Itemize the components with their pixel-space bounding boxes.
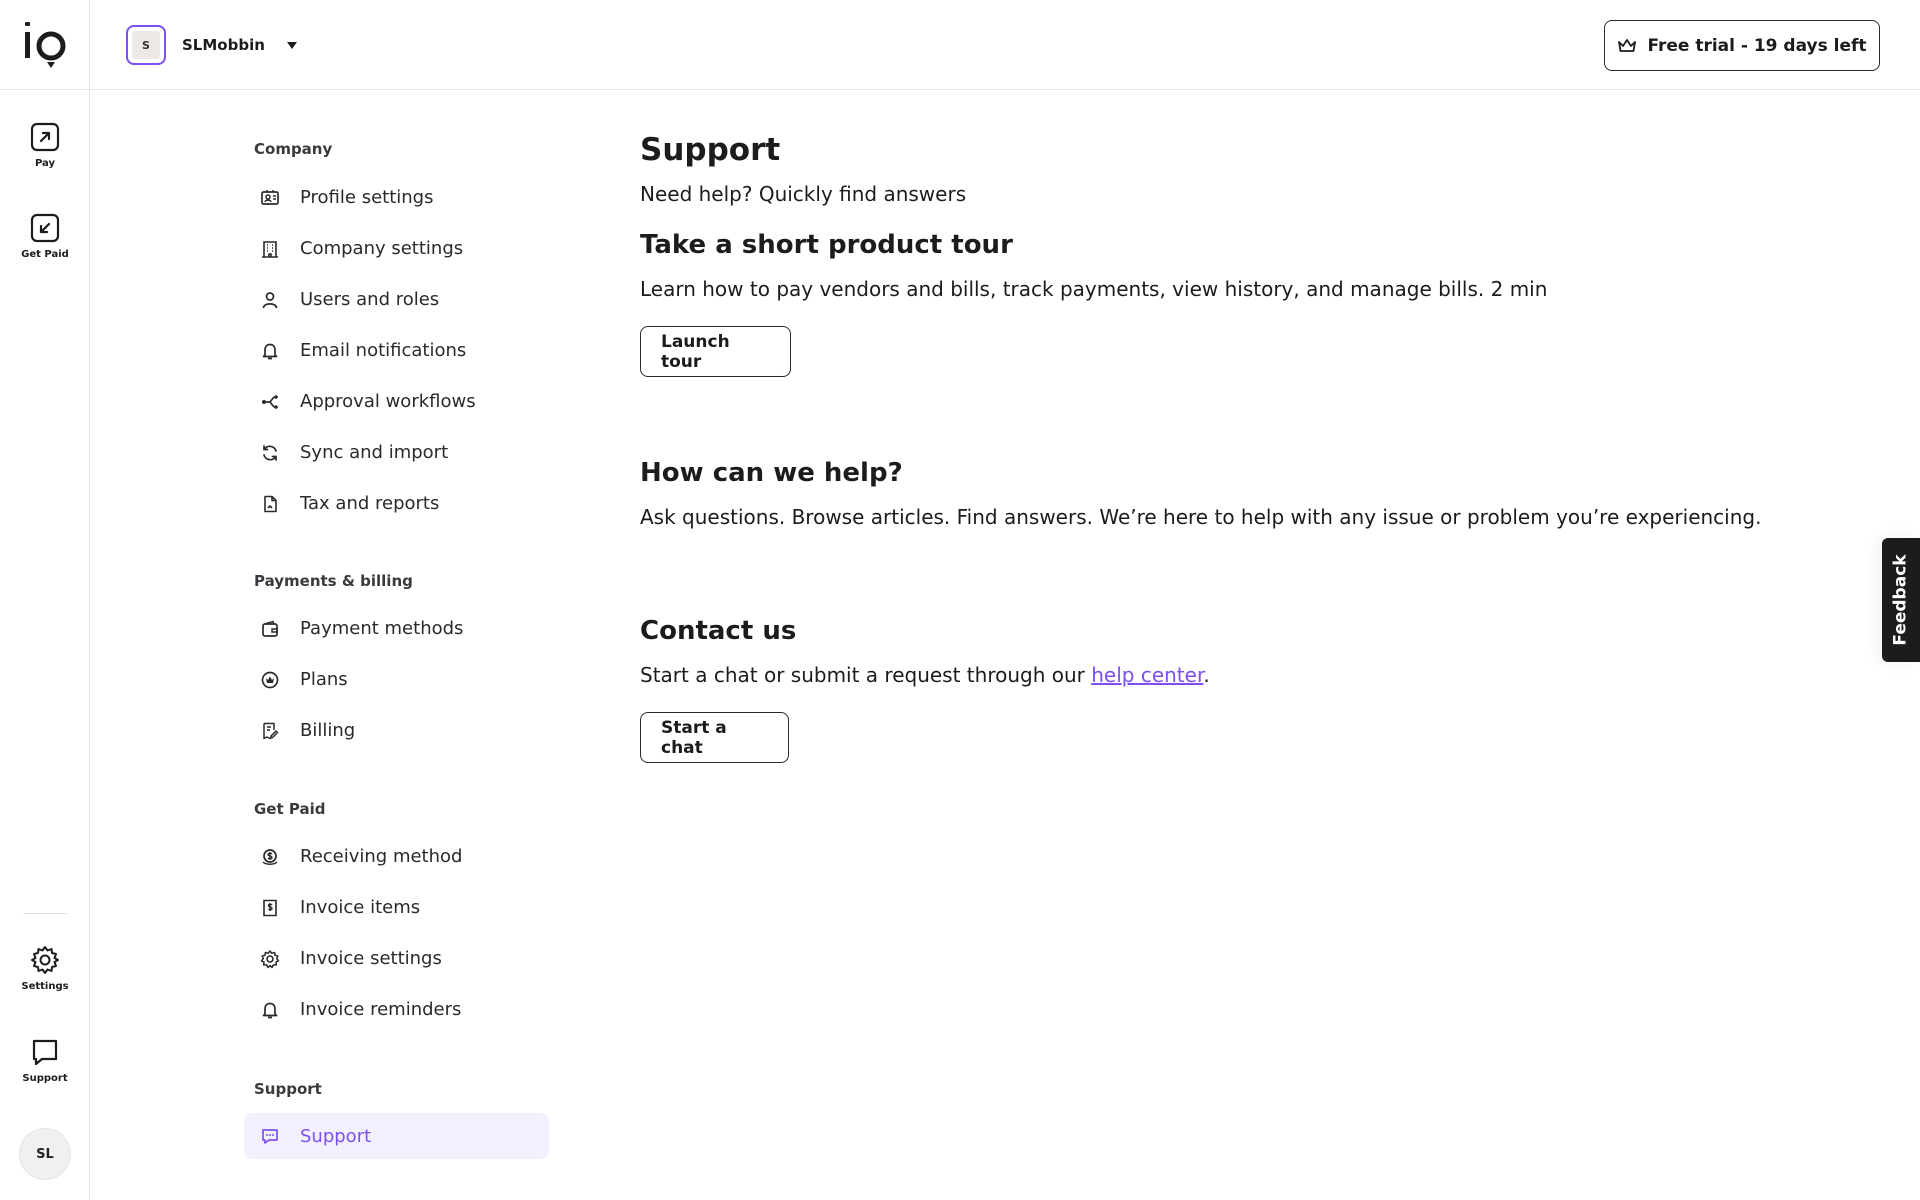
- rail-item-label: Support: [22, 1073, 68, 1084]
- contact-description: Start a chat or submit a request through…: [640, 663, 1210, 687]
- nav-section-support: Support: [254, 1080, 322, 1098]
- chat-bubble-icon: [30, 1037, 60, 1067]
- free-trial-label: Free trial - 19 days left: [1647, 35, 1867, 56]
- start-chat-button[interactable]: Start a chat: [640, 712, 789, 763]
- nav-item-payment-methods[interactable]: Payment methods: [244, 603, 554, 654]
- page-subtitle: Need help? Quickly find answers: [640, 182, 967, 206]
- nav-item-sync-and-import[interactable]: Sync and import: [244, 427, 554, 478]
- nav-item-label: Email notifications: [300, 340, 467, 361]
- chat-icon: [258, 1124, 282, 1148]
- page-title: Support: [640, 132, 781, 168]
- nav-item-company-settings[interactable]: Company settings: [244, 223, 554, 274]
- org-badge: S: [126, 25, 166, 65]
- nav-item-tax-and-reports[interactable]: Tax and reports: [244, 478, 554, 529]
- invoice-dollar-icon: [258, 896, 282, 920]
- nav-item-profile-settings[interactable]: Profile settings: [244, 172, 554, 223]
- nav-section-company: Company: [254, 140, 333, 158]
- nav-section-payments-billing: Payments & billing: [254, 572, 413, 590]
- building-icon: [258, 237, 282, 261]
- nav-group-payments-billing: Payment methods Plans Billing: [244, 603, 554, 756]
- nav-item-label: Receiving method: [300, 846, 463, 867]
- nav-group-get-paid: Receiving method Invoice items Invoice s…: [244, 831, 554, 1035]
- user-icon: [258, 288, 282, 312]
- help-center-link[interactable]: help center: [1091, 663, 1203, 687]
- nav-group-support: Support: [244, 1113, 549, 1159]
- nav-item-plans[interactable]: Plans: [244, 654, 554, 705]
- org-switcher[interactable]: S SLMobbin: [126, 25, 297, 65]
- rail-item-label: Get Paid: [21, 249, 69, 260]
- rail-item-label: Pay: [34, 158, 56, 169]
- nav-item-invoice-reminders[interactable]: Invoice reminders: [244, 984, 554, 1035]
- crown-circle-icon: [258, 668, 282, 692]
- rail-separator: [23, 913, 67, 914]
- crown-icon: [1618, 38, 1637, 52]
- nav-section-get-paid: Get Paid: [254, 800, 326, 818]
- nav-item-receiving-method[interactable]: Receiving method: [244, 831, 554, 882]
- avatar[interactable]: SL: [19, 1128, 71, 1180]
- caret-down-icon: [286, 41, 297, 49]
- contact-text: Start a chat or submit a request through…: [640, 663, 1092, 687]
- rail-item-get-paid[interactable]: Get Paid: [0, 213, 90, 260]
- nav-group-company: Profile settings Company settings Users …: [244, 172, 554, 529]
- nav-item-label: Invoice reminders: [300, 999, 462, 1020]
- left-rail: Pay Get Paid Settings Support SL: [0, 0, 90, 1200]
- org-name: SLMobbin: [182, 36, 265, 54]
- tour-description: Learn how to pay vendors and bills, trac…: [640, 277, 1548, 301]
- nav-item-label: Plans: [300, 669, 348, 690]
- document-icon: [258, 492, 282, 516]
- nav-item-email-notifications[interactable]: Email notifications: [244, 325, 554, 376]
- rail-item-settings[interactable]: Settings: [0, 945, 90, 992]
- tour-heading: Take a short product tour: [640, 230, 1013, 260]
- gear-icon: [258, 947, 282, 971]
- help-heading: How can we help?: [640, 458, 903, 488]
- nav-item-label: Support: [300, 1125, 372, 1147]
- feedback-label: Feedback: [1891, 554, 1911, 646]
- rail-divider: [0, 89, 90, 90]
- nav-item-approval-workflows[interactable]: Approval workflows: [244, 376, 554, 427]
- bell-icon: [258, 339, 282, 363]
- nav-item-label: Payment methods: [300, 618, 464, 639]
- free-trial-button[interactable]: Free trial - 19 days left: [1604, 20, 1880, 71]
- rail-item-support[interactable]: Support: [0, 1037, 90, 1084]
- arrow-up-right-icon: [30, 122, 60, 152]
- help-description: Ask questions. Browse articles. Find ans…: [640, 505, 1762, 529]
- io-logo[interactable]: [22, 20, 68, 70]
- nav-item-invoice-settings[interactable]: Invoice settings: [244, 933, 554, 984]
- contact-heading: Contact us: [640, 616, 797, 646]
- receipt-edit-icon: [258, 719, 282, 743]
- nav-item-users-and-roles[interactable]: Users and roles: [244, 274, 554, 325]
- sync-icon: [258, 441, 282, 465]
- nav-item-support[interactable]: Support: [244, 1113, 549, 1159]
- launch-tour-button[interactable]: Launch tour: [640, 326, 791, 377]
- nav-item-label: Profile settings: [300, 187, 434, 208]
- bell-icon: [258, 998, 282, 1022]
- coins-icon: [258, 845, 282, 869]
- nav-item-invoice-items[interactable]: Invoice items: [244, 882, 554, 933]
- rail-item-label: Settings: [21, 981, 69, 992]
- wallet-icon: [258, 617, 282, 641]
- contact-text-end: .: [1203, 663, 1210, 687]
- rail-item-pay[interactable]: Pay: [0, 122, 90, 169]
- nav-item-label: Tax and reports: [300, 493, 440, 514]
- org-initial: S: [132, 31, 160, 59]
- gear-icon: [30, 945, 60, 975]
- feedback-tab[interactable]: Feedback: [1882, 538, 1920, 662]
- workflow-icon: [258, 390, 282, 414]
- nav-item-label: Approval workflows: [300, 391, 476, 412]
- nav-item-label: Company settings: [300, 238, 464, 259]
- top-bar: S SLMobbin Free trial - 19 days left: [90, 0, 1920, 90]
- nav-item-billing[interactable]: Billing: [244, 705, 554, 756]
- nav-item-label: Sync and import: [300, 442, 449, 463]
- nav-item-label: Invoice items: [300, 897, 421, 918]
- arrow-down-left-icon: [30, 213, 60, 243]
- id-card-icon: [258, 186, 282, 210]
- nav-item-label: Users and roles: [300, 289, 440, 310]
- nav-item-label: Billing: [300, 720, 356, 741]
- nav-item-label: Invoice settings: [300, 948, 442, 969]
